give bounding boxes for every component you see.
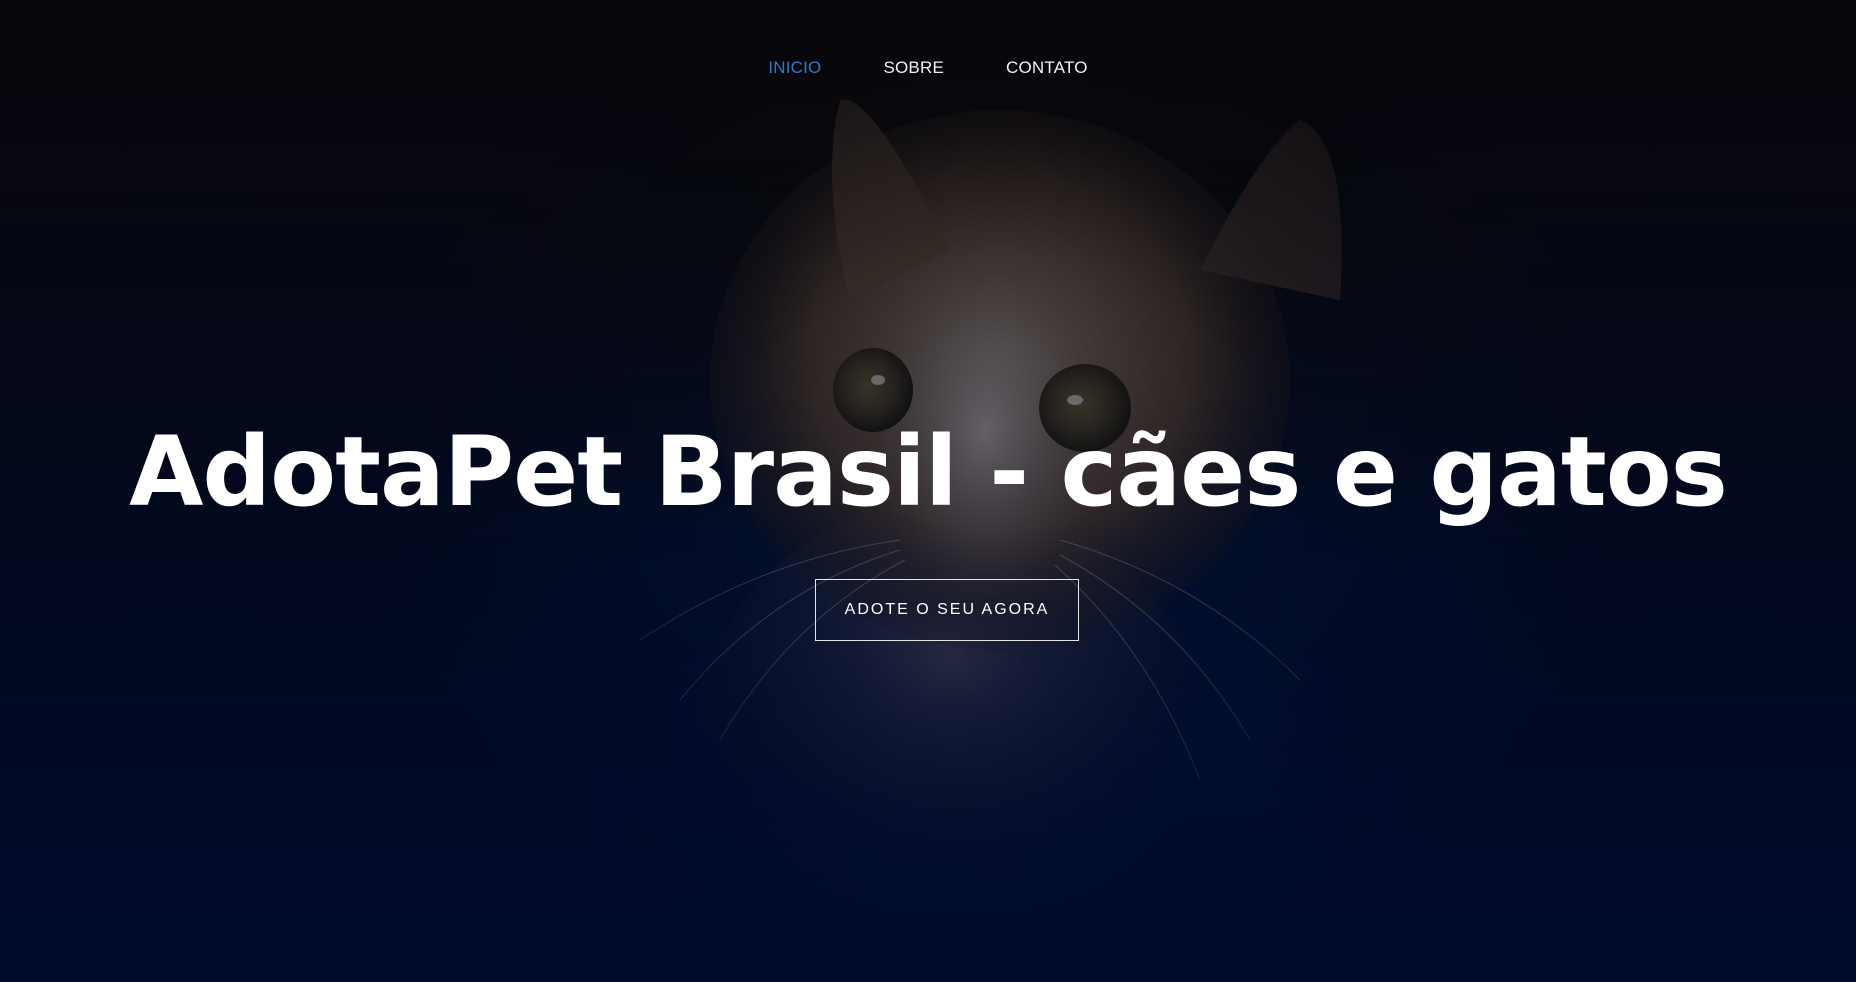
nav-item-contato[interactable]: CONTATO: [1006, 56, 1088, 80]
main-nav: INICIO SOBRE CONTATO: [0, 56, 1856, 80]
nav-item-sobre[interactable]: SOBRE: [883, 56, 944, 80]
hero-title: AdotaPet Brasil - cães e gatos: [129, 416, 1728, 528]
nav-item-inicio[interactable]: INICIO: [768, 56, 821, 80]
adopt-now-button[interactable]: ADOTE O SEU AGORA: [815, 579, 1079, 641]
hero-section: INICIO SOBRE CONTATO AdotaPet Brasil - c…: [0, 0, 1856, 982]
